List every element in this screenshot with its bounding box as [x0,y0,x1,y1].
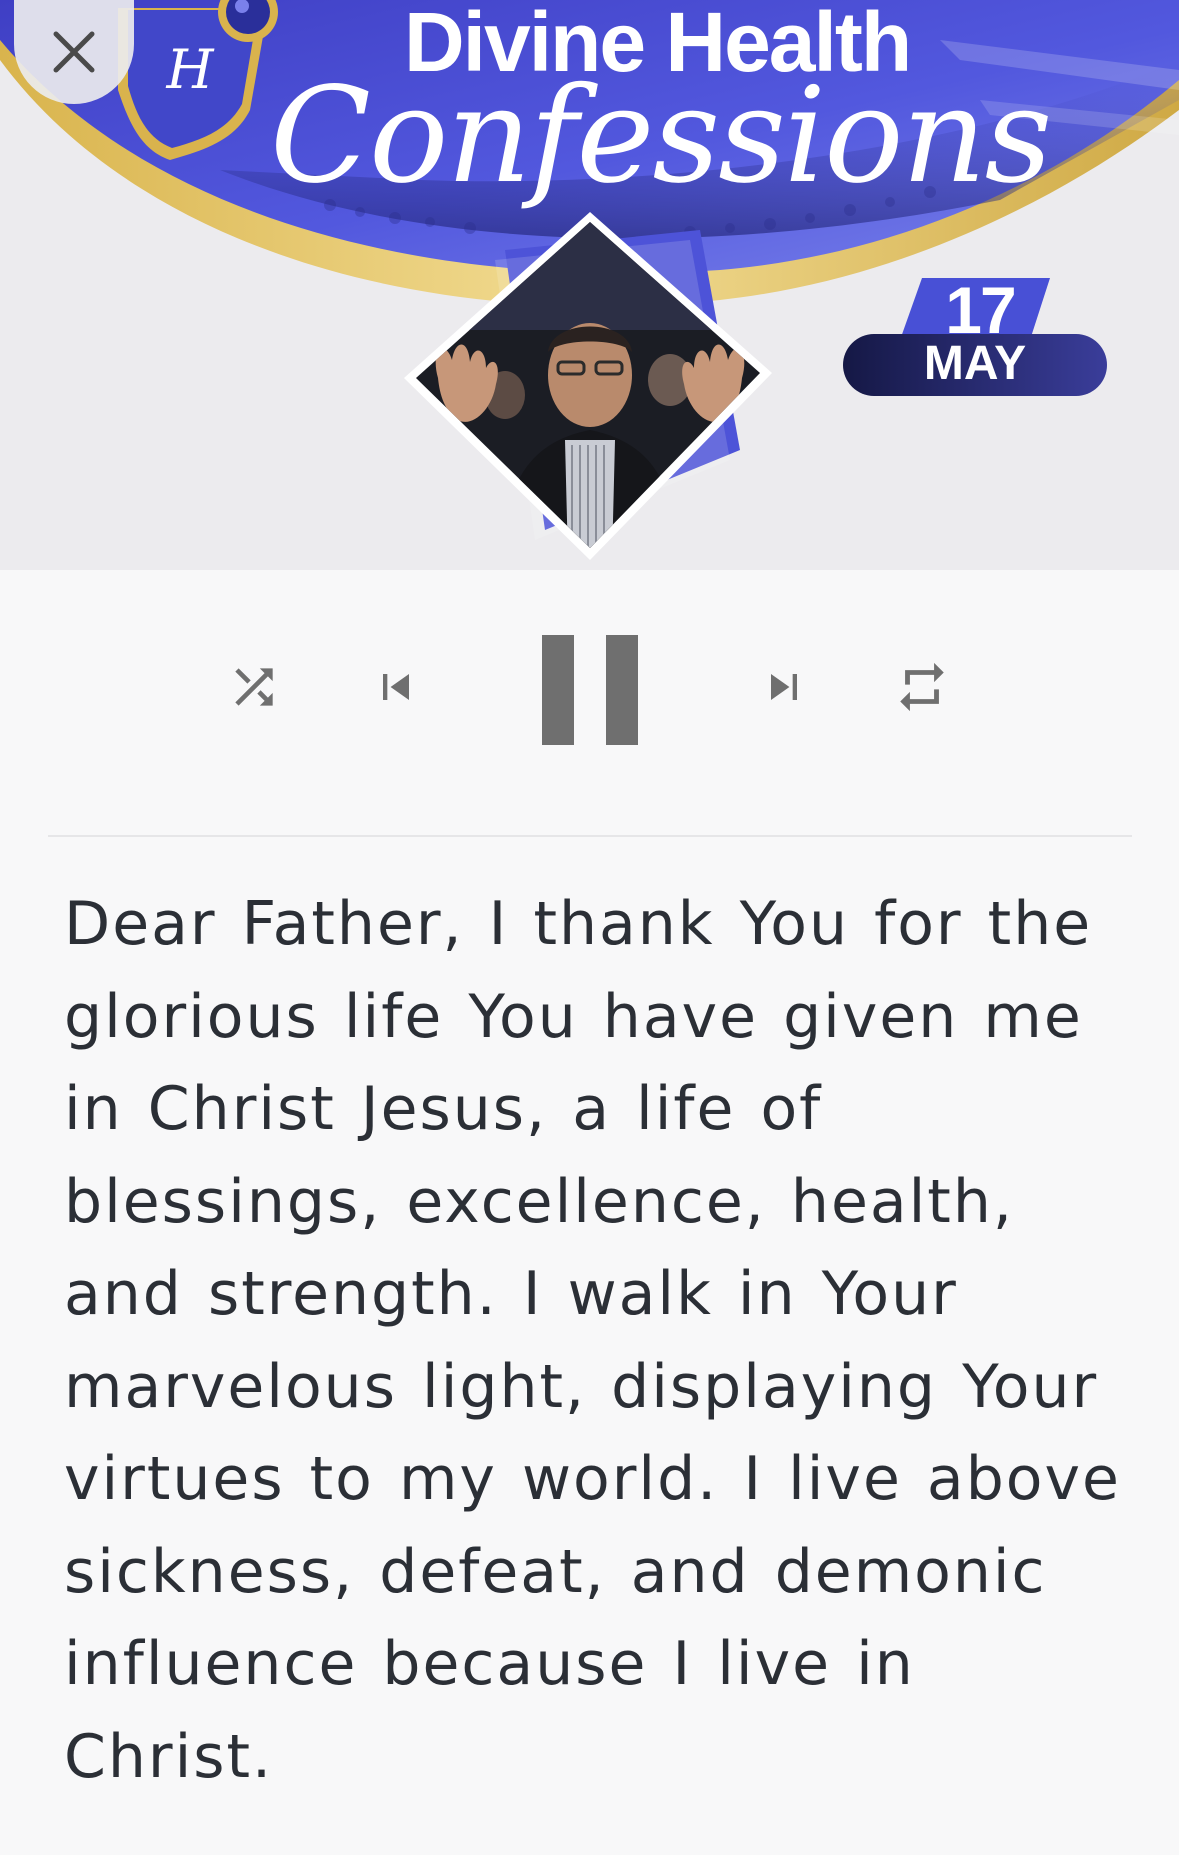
previous-button[interactable] [368,659,424,715]
close-icon [53,31,95,73]
repeat-button[interactable] [890,655,954,719]
date-day: 17 [945,273,1016,347]
pause-button[interactable] [540,633,640,747]
svg-text:H: H [165,38,214,101]
date-month: MAY [923,337,1027,390]
skip-previous-icon [383,674,409,700]
shuffle-button[interactable] [222,655,286,719]
skip-next-icon [771,674,797,700]
pause-icon [542,635,638,745]
next-button[interactable] [756,659,812,715]
app-screen: H Divine Health Confessions 17 MAY Dear … [0,0,1179,1855]
banner-script-title: Confessions [270,59,1052,213]
banner-image: H Divine Health Confessions 17 MAY [0,0,1179,570]
player-controls [0,570,1179,835]
repeat-icon [900,662,944,712]
confession-text: Dear Father, I thank You for the gloriou… [64,889,1121,1792]
divider [48,835,1132,837]
shuffle-icon [235,668,273,706]
